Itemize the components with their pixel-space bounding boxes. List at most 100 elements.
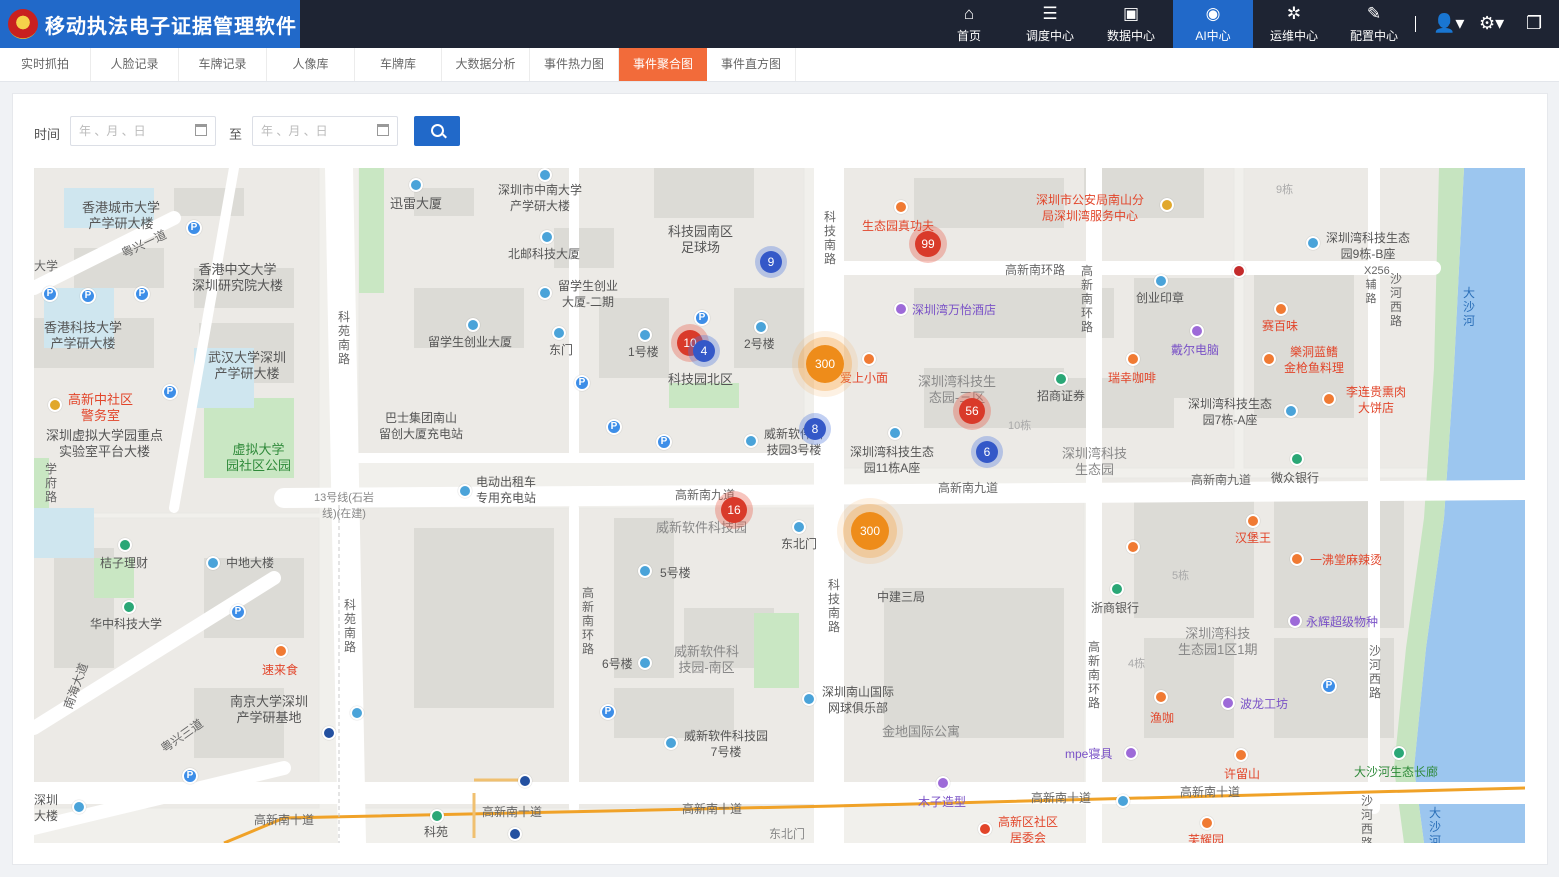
event-cluster-marker[interactable]: 6 (976, 441, 998, 463)
school-icon[interactable] (122, 600, 136, 614)
restaurant-icon[interactable] (1262, 352, 1276, 366)
nav-home[interactable]: ⌂ 首页 (929, 0, 1009, 48)
event-cluster-marker[interactable]: 9 (760, 251, 782, 273)
parking-icon[interactable]: P (80, 288, 96, 304)
bank-icon[interactable] (1054, 372, 1068, 386)
nav-dispatch-center[interactable]: ☰ 调度中心 (1010, 0, 1090, 48)
building-poi-icon[interactable] (754, 320, 768, 334)
police-badge-icon[interactable] (48, 398, 62, 412)
parking-icon[interactable]: P (230, 604, 246, 620)
calendar-icon[interactable] (377, 124, 389, 136)
restaurant-icon[interactable] (894, 200, 908, 214)
nav-ai-center[interactable]: ◉ AI中心 (1173, 0, 1253, 48)
settings-menu-icon[interactable]: ⚙▾ (1479, 13, 1504, 33)
event-cluster-marker[interactable]: 56 (959, 398, 985, 424)
parking-icon[interactable]: P (186, 220, 202, 236)
tab-event-cluster-map[interactable]: 事件聚合图 (619, 48, 707, 81)
shop-icon[interactable] (1124, 746, 1138, 760)
shop-icon[interactable] (1190, 324, 1204, 338)
event-cluster-marker[interactable]: 300 (851, 512, 889, 550)
government-icon[interactable] (978, 822, 992, 836)
nav-ops-center[interactable]: ✲ 运维中心 (1254, 0, 1334, 48)
tab-plate-records[interactable]: 车牌记录 (179, 48, 267, 81)
parking-icon[interactable]: P (574, 375, 590, 391)
park-icon[interactable] (1392, 746, 1406, 760)
cafe-icon[interactable] (1126, 352, 1140, 366)
metro-exit-b-icon[interactable] (508, 827, 522, 841)
building-poi-icon[interactable] (638, 656, 652, 670)
tab-plate-library[interactable]: 车牌库 (355, 48, 442, 81)
fast-food-icon[interactable] (1126, 540, 1140, 554)
parking-icon[interactable]: P (606, 419, 622, 435)
metro-station-icon[interactable] (430, 809, 444, 823)
nav-config-center[interactable]: ✎ 配置中心 (1334, 0, 1414, 48)
building-poi-icon[interactable] (638, 328, 652, 342)
metro-exit-d-icon[interactable] (322, 726, 336, 740)
building-poi-icon[interactable] (744, 434, 758, 448)
parking-icon[interactable]: P (42, 286, 58, 302)
parking-icon[interactable]: P (134, 286, 150, 302)
shop-icon[interactable] (936, 776, 950, 790)
nav-data-center[interactable]: ▣ 数据中心 (1091, 0, 1171, 48)
restaurant-icon[interactable] (1274, 302, 1288, 316)
restaurant-icon[interactable] (1200, 816, 1214, 830)
building-poi-icon[interactable] (409, 178, 423, 192)
event-cluster-marker[interactable]: 99 (915, 231, 941, 257)
event-cluster-marker[interactable]: 8 (804, 418, 826, 440)
restaurant-icon[interactable] (1234, 748, 1248, 762)
fast-food-icon[interactable] (1232, 264, 1246, 278)
building-poi-icon[interactable] (540, 230, 554, 244)
metro-exit-c-icon[interactable] (518, 774, 532, 788)
ev-charging-icon[interactable] (458, 484, 472, 498)
building-poi-icon[interactable] (1306, 236, 1320, 250)
search-button[interactable] (414, 116, 460, 146)
event-cluster-marker[interactable]: 16 (721, 497, 747, 523)
user-menu-icon[interactable]: 👤▾ (1433, 13, 1464, 33)
building-poi-icon[interactable] (206, 556, 220, 570)
parking-icon[interactable]: P (182, 768, 198, 784)
building-poi-icon[interactable] (1284, 404, 1298, 418)
building-poi-icon[interactable] (466, 318, 480, 332)
parking-icon[interactable]: P (1321, 678, 1337, 694)
event-cluster-marker[interactable]: 300 (806, 345, 844, 383)
app-brand[interactable]: 移动执法电子证据管理软件 (0, 0, 300, 48)
tab-portrait-library[interactable]: 人像库 (267, 48, 355, 81)
bank-icon[interactable] (1290, 452, 1304, 466)
building-poi-icon[interactable] (888, 426, 902, 440)
sports-icon[interactable] (802, 692, 816, 706)
restaurant-icon[interactable] (862, 352, 876, 366)
building-poi-icon[interactable] (664, 736, 678, 750)
parking-icon[interactable]: P (694, 310, 710, 326)
shop-icon[interactable] (1288, 614, 1302, 628)
building-poi-icon[interactable] (638, 564, 652, 578)
window-icon[interactable]: ❐ (1526, 13, 1542, 33)
event-cluster-marker[interactable]: 4 (693, 340, 715, 362)
building-poi-icon[interactable] (792, 520, 806, 534)
bank-icon[interactable] (118, 538, 132, 552)
parking-icon[interactable]: P (600, 704, 616, 720)
end-date-input[interactable]: 年 、月 、日 (252, 116, 398, 146)
bus-stop-icon[interactable] (350, 706, 364, 720)
restaurant-icon[interactable] (274, 644, 288, 658)
building-poi-icon[interactable] (538, 168, 552, 182)
tab-face-records[interactable]: 人脸记录 (91, 48, 179, 81)
restaurant-icon[interactable] (1246, 514, 1260, 528)
parking-icon[interactable]: P (656, 434, 672, 450)
start-date-input[interactable]: 年 、月 、日 (70, 116, 216, 146)
building-poi-icon[interactable] (1154, 274, 1168, 288)
building-poi-icon[interactable] (552, 326, 566, 340)
calendar-icon[interactable] (195, 124, 207, 136)
shop-icon[interactable] (1221, 696, 1235, 710)
building-poi-icon[interactable] (72, 800, 86, 814)
event-cluster-map[interactable]: 香港城市大学 产学研大楼 香港中文大学 深圳研究院大楼 香港科技大学 产学研大楼 武汉… (34, 168, 1525, 843)
tab-event-histogram[interactable]: 事件直方图 (707, 48, 796, 81)
tab-event-heatmap[interactable]: 事件热力图 (530, 48, 619, 81)
cafe-icon[interactable] (1154, 690, 1168, 704)
bus-stop-icon[interactable] (1116, 794, 1130, 808)
police-badge-icon[interactable] (1160, 198, 1174, 212)
tab-realtime-capture[interactable]: 实时抓拍 (0, 48, 91, 81)
restaurant-icon[interactable] (1322, 392, 1336, 406)
bank-icon[interactable] (1110, 582, 1124, 596)
restaurant-icon[interactable] (1290, 552, 1304, 566)
parking-icon[interactable]: P (162, 384, 178, 400)
